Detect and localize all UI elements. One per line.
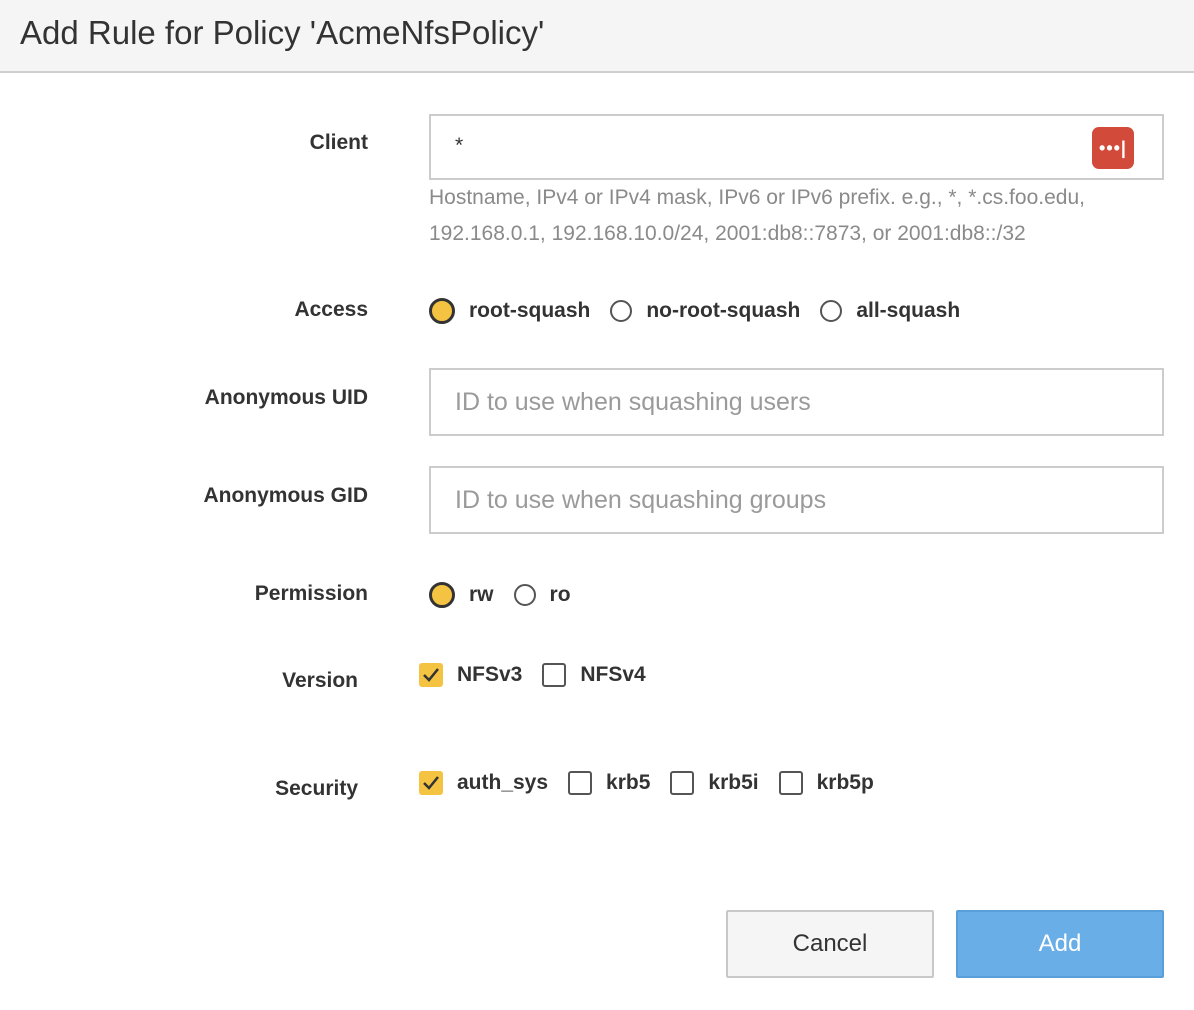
version-nfsv4-checkbox[interactable] bbox=[542, 663, 567, 687]
version-label: Version bbox=[282, 669, 358, 692]
security-krb5-label[interactable]: krb5 bbox=[606, 771, 650, 795]
permission-label: Permission bbox=[254, 582, 368, 605]
add-button[interactable]: Add bbox=[956, 910, 1164, 978]
security-auth-sys-checkbox[interactable] bbox=[419, 771, 443, 795]
permission-ro-label[interactable]: ro bbox=[550, 583, 571, 607]
anon-gid-label: Anonymous GID bbox=[203, 484, 368, 507]
access-all-squash-label[interactable]: all-squash bbox=[856, 299, 960, 323]
security-krb5-checkbox[interactable] bbox=[568, 771, 593, 795]
permission-ro-radio[interactable] bbox=[513, 584, 536, 606]
permission-radio-group: rw ro bbox=[429, 580, 591, 610]
access-root-squash-label[interactable]: root-squash bbox=[469, 299, 590, 323]
permission-rw-radio[interactable] bbox=[429, 582, 455, 608]
anon-gid-field[interactable] bbox=[429, 466, 1164, 534]
dialog-title: Add Rule for Policy 'AcmeNfsPolicy' bbox=[20, 14, 545, 51]
anon-uid-field[interactable] bbox=[429, 368, 1164, 436]
version-nfsv3-checkbox[interactable] bbox=[419, 663, 443, 687]
access-no-root-squash-radio[interactable] bbox=[610, 300, 633, 322]
security-krb5p-checkbox[interactable] bbox=[778, 771, 803, 795]
security-krb5p-label[interactable]: krb5p bbox=[817, 771, 874, 795]
access-label: Access bbox=[294, 298, 368, 321]
client-input[interactable]: * •••| bbox=[429, 114, 1164, 180]
dialog-header: Add Rule for Policy 'AcmeNfsPolicy' bbox=[0, 0, 1194, 73]
anon-uid-input[interactable] bbox=[431, 370, 1162, 434]
client-hint-line2: 192.168.0.1, 192.168.10.0/24, 2001:db8::… bbox=[429, 222, 1026, 245]
security-auth-sys-label[interactable]: auth_sys bbox=[457, 771, 548, 795]
version-nfsv4-label[interactable]: NFSv4 bbox=[580, 663, 645, 687]
access-all-squash-radio[interactable] bbox=[820, 300, 843, 322]
version-checkbox-group: NFSv3 NFSv4 bbox=[419, 660, 666, 690]
security-krb5i-label[interactable]: krb5i bbox=[708, 771, 758, 795]
access-radio-group: root-squash no-root-squash all-squash bbox=[429, 296, 980, 326]
lastpass-dots-icon[interactable]: •••| bbox=[1092, 127, 1134, 169]
anon-uid-label: Anonymous UID bbox=[204, 386, 368, 409]
client-value: * bbox=[455, 134, 464, 157]
client-hint: Hostname, IPv4 or IPv4 mask, IPv6 or IPv… bbox=[429, 180, 1169, 252]
cancel-button[interactable]: Cancel bbox=[726, 910, 934, 978]
access-no-root-squash-label[interactable]: no-root-squash bbox=[646, 299, 800, 323]
checkmark-icon bbox=[423, 668, 439, 682]
security-krb5i-checkbox[interactable] bbox=[670, 771, 695, 795]
checkmark-icon bbox=[423, 776, 439, 790]
anon-gid-input[interactable] bbox=[431, 468, 1162, 532]
access-root-squash-radio[interactable] bbox=[429, 298, 455, 324]
security-checkbox-group: auth_sys krb5 krb5i krb5p bbox=[419, 768, 894, 798]
security-label: Security bbox=[275, 777, 358, 800]
client-label: Client bbox=[309, 131, 368, 154]
permission-rw-label[interactable]: rw bbox=[469, 583, 494, 607]
client-hint-line1: Hostname, IPv4 or IPv4 mask, IPv6 or IPv… bbox=[429, 186, 1085, 209]
version-nfsv3-label[interactable]: NFSv3 bbox=[457, 663, 522, 687]
